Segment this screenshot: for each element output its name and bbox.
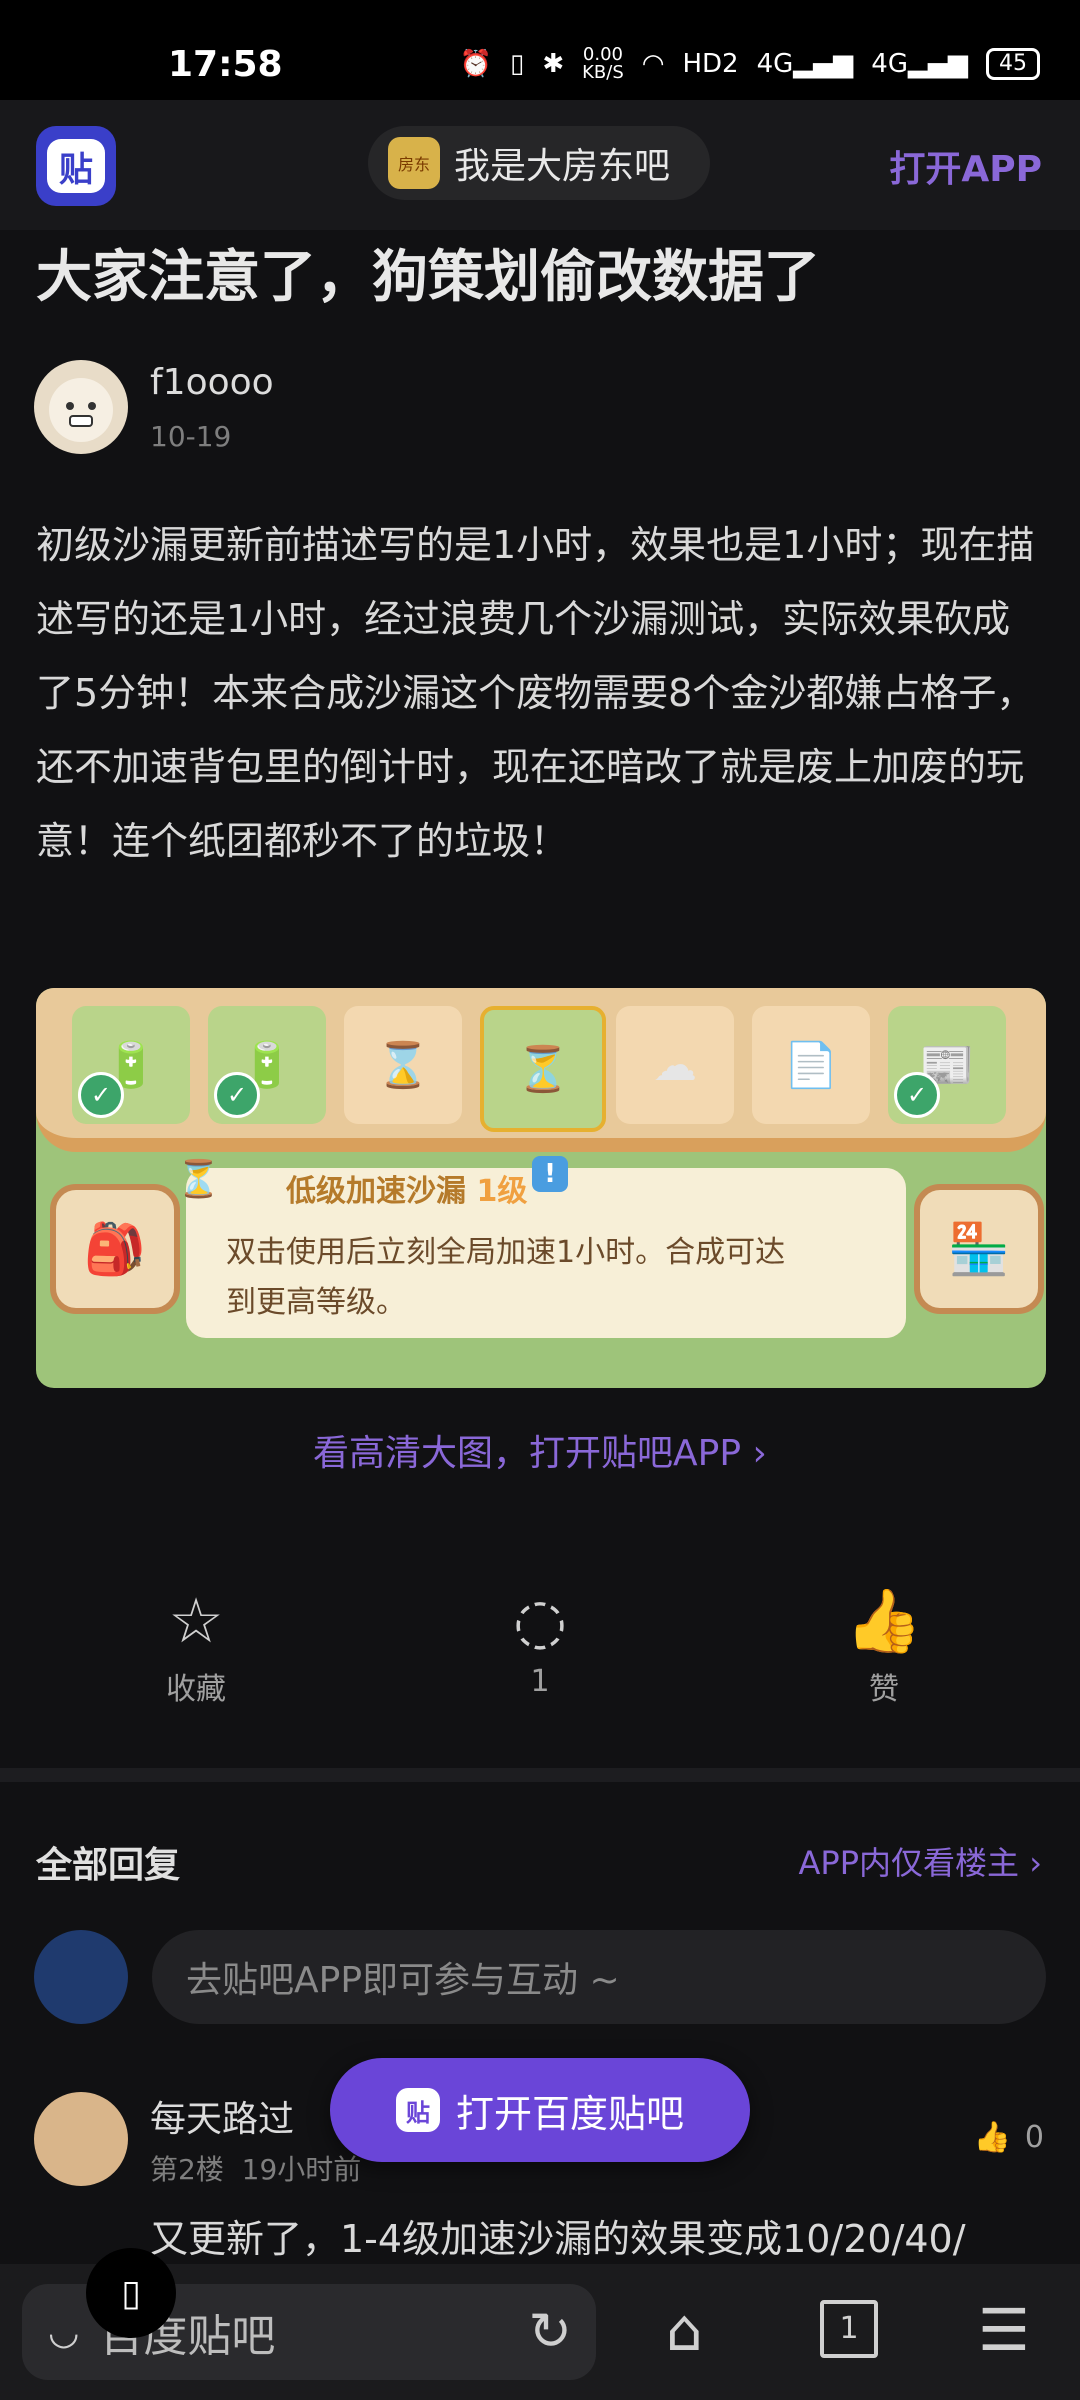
hourglass-red-item: ⌛ [344, 1006, 462, 1124]
comment-button[interactable]: ◌ 1 [440, 1584, 640, 1700]
check-icon: ✓ [894, 1072, 940, 1118]
reload-icon[interactable]: ↻ [528, 2302, 572, 2362]
signal-icon-2: 4G▂▄▆ [871, 49, 968, 79]
status-time: 17:58 [168, 44, 283, 85]
favorite-button[interactable]: ☆ 收藏 [96, 1588, 296, 1708]
reply-like-button[interactable]: 👍 0 [974, 2120, 1044, 2155]
wifi-icon: ◠ [641, 49, 665, 79]
tieba-logo[interactable]: 贴 [36, 126, 116, 206]
reply-meta: 第2楼 19小时前 [150, 2153, 362, 2186]
battery-icon: 45 [986, 48, 1040, 80]
notice-paper-item: 📄 [752, 1006, 870, 1124]
home-icon[interactable]: ⌂ [666, 2296, 703, 2364]
reply-username[interactable]: 每天路过 [150, 2090, 294, 2142]
hourglass-small-icon: ⏳ [176, 1159, 221, 1200]
forum-pill[interactable]: 房东 我是大房东吧 [368, 126, 710, 200]
user-avatar [34, 1930, 128, 2024]
author-avatar[interactable] [34, 360, 128, 454]
section-divider [0, 1768, 1080, 1782]
all-replies-heading: 全部回复 [36, 1845, 181, 1886]
backpack-icon: 🎒 [50, 1184, 180, 1314]
item-desc: 双击使用后立刻全局加速1小时。合成可达到更高等级。 [226, 1235, 786, 1320]
floating-tool-button[interactable]: ▯ [86, 2248, 176, 2338]
paper-ball-item: ☁ [616, 1006, 734, 1124]
thumbs-up-icon: 👍 [845, 1584, 923, 1657]
hourglass-green-item: ⏳ [480, 1006, 606, 1132]
newspaper-item: 📰 ✓ [888, 1006, 1006, 1124]
device-icon: ▯ [121, 2272, 141, 2314]
menu-icon[interactable]: ☰ [978, 2296, 1030, 2364]
comment-icon: ◌ [512, 1584, 568, 1657]
author-name[interactable]: f1oooo [150, 362, 274, 403]
post-image[interactable]: 🔋 ✓ 🔋 ✓ ⌛ ⏳ ☁ 📄 📰 ✓ 🎒 🏪 ⏳ 低级加速沙漏 1级 ! 双击使用后… [36, 988, 1046, 1388]
tieba-icon: 贴 [395, 2088, 440, 2132]
thumbs-up-icon: 👍 [973, 2120, 1011, 2155]
op-only-link[interactable]: APP内仅看楼主 › [799, 1838, 1042, 1884]
tabs-button[interactable]: 1 [820, 2300, 878, 2358]
post-date: 10-19 [150, 420, 232, 453]
item-title: 低级加速沙漏 1级 [286, 1174, 528, 1209]
forum-name: 我是大房东吧 [454, 146, 671, 187]
signal-icon-1: 4G▂▄▆ [756, 49, 854, 79]
reply-text: 又更新了，1-4级加速沙漏的效果变成10/20/40/ [150, 2217, 966, 2261]
net-speed: 0.00 KB/S [582, 44, 624, 83]
shop-icon: 🏪 [914, 1184, 1044, 1314]
alarm-icon: ⏰ [459, 49, 493, 79]
like-button[interactable]: 👍 赞 [784, 1588, 984, 1708]
status-icons: ⏰ ▯ ✱ 0.00 KB/S ◠ HD2 4G▂▄▆ 4G▂▄▆ 45 [460, 46, 1040, 82]
bluetooth-icon: ✱ [542, 49, 565, 79]
reply-input[interactable]: 去贴吧APP即可参与互动 ~ [152, 1930, 1046, 2024]
battery-item: 🔋 ✓ [72, 1006, 190, 1124]
star-icon: ☆ [168, 1584, 224, 1657]
vibrate-icon: ▯ [510, 49, 525, 79]
check-icon: ✓ [214, 1072, 260, 1118]
check-icon: ✓ [78, 1072, 124, 1118]
hd-icon: HD2 [682, 49, 739, 79]
post-title: 大家注意了，狗策划偷改数据了 [36, 245, 820, 310]
reply-avatar[interactable] [34, 2092, 128, 2186]
forum-icon: 房东 [388, 137, 440, 189]
open-app-link[interactable]: 打开APP [889, 140, 1042, 192]
shield-icon: ◡ [48, 2311, 80, 2353]
open-tieba-button[interactable]: 贴 打开百度贴吧 [330, 2058, 750, 2162]
battery-item: 🔋 ✓ [208, 1006, 326, 1124]
info-excl-icon: ! [532, 1156, 568, 1192]
post-body: 初级沙漏更新前描述写的是1小时，效果也是1小时；现在描述写的还是1小时，经过浪费… [36, 523, 1035, 863]
view-hd-link[interactable]: 看高清大图，打开贴吧APP › [0, 1424, 1080, 1476]
